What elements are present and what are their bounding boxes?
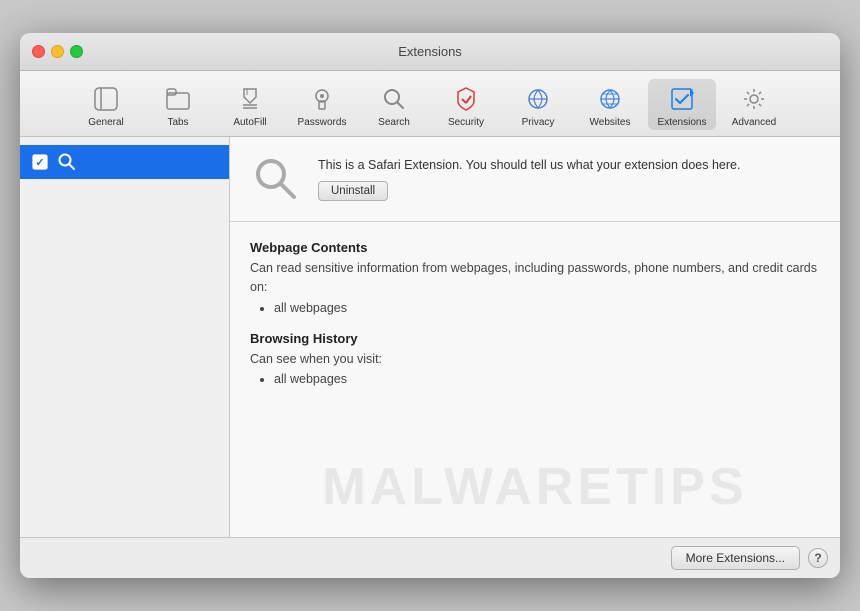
advanced-icon — [738, 83, 770, 115]
browsing-item-0: all webpages — [274, 372, 820, 386]
toolbar-items: General Tabs — [72, 79, 788, 130]
extension-description-text: This is a Safari Extension. You should t… — [318, 158, 740, 172]
more-extensions-button[interactable]: More Extensions... — [671, 546, 800, 570]
tabs-icon — [162, 83, 194, 115]
watermark: MALWARETIPS — [322, 457, 747, 517]
toolbar-item-websites[interactable]: Websites — [576, 79, 644, 130]
extension-large-icon — [250, 153, 302, 205]
section-title-browsing: Browsing History — [250, 331, 820, 346]
toolbar-item-advanced[interactable]: Advanced — [720, 79, 788, 130]
websites-label: Websites — [590, 117, 631, 128]
sidebar: ✓ — [20, 137, 230, 537]
extension-checkbox[interactable]: ✓ — [32, 154, 48, 170]
minimize-button[interactable] — [51, 45, 64, 58]
uninstall-button[interactable]: Uninstall — [318, 181, 388, 201]
toolbar-item-general[interactable]: General — [72, 79, 140, 130]
passwords-icon — [306, 83, 338, 115]
general-label: General — [88, 117, 124, 128]
toolbar-item-privacy[interactable]: Privacy — [504, 79, 572, 130]
passwords-label: Passwords — [298, 117, 347, 128]
autofill-icon — [234, 83, 266, 115]
section-body-browsing: Can see when you visit: — [250, 350, 820, 369]
extensions-label: Extensions — [658, 117, 707, 128]
toolbar-item-extensions[interactable]: Extensions — [648, 79, 716, 130]
toolbar-item-autofill[interactable]: AutoFill — [216, 79, 284, 130]
main-content: ✓ — [20, 137, 840, 537]
close-button[interactable] — [32, 45, 45, 58]
security-label: Security — [448, 117, 484, 128]
sidebar-ext-icon — [56, 151, 78, 173]
detail-body: Webpage Contents Can read sensitive info… — [230, 222, 840, 537]
help-button[interactable]: ? — [808, 548, 828, 568]
section-webpage-contents: Webpage Contents Can read sensitive info… — [250, 240, 820, 315]
traffic-lights — [32, 45, 83, 58]
security-icon — [450, 83, 482, 115]
section-title-webpage: Webpage Contents — [250, 240, 820, 255]
toolbar-item-security[interactable]: Security — [432, 79, 500, 130]
sidebar-item-search-ext[interactable]: ✓ — [20, 145, 229, 179]
titlebar: Extensions — [20, 33, 840, 71]
toolbar: General Tabs — [20, 71, 840, 137]
search-toolbar-icon — [378, 83, 410, 115]
advanced-label: Advanced — [732, 117, 776, 128]
toolbar-item-search[interactable]: Search — [360, 79, 428, 130]
toolbar-item-passwords[interactable]: Passwords — [288, 79, 356, 130]
toolbar-item-tabs[interactable]: Tabs — [144, 79, 212, 130]
webpage-item-0: all webpages — [274, 301, 820, 315]
extensions-icon — [666, 83, 698, 115]
section-body-webpage: Can read sensitive information from webp… — [250, 259, 820, 297]
extension-description: This is a Safari Extension. You should t… — [318, 157, 820, 201]
detail-panel: This is a Safari Extension. You should t… — [230, 137, 840, 537]
autofill-label: AutoFill — [233, 117, 266, 128]
webpage-items-list: all webpages — [274, 301, 820, 315]
bottom-bar: More Extensions... ? — [20, 537, 840, 578]
maximize-button[interactable] — [70, 45, 83, 58]
privacy-label: Privacy — [522, 117, 555, 128]
search-label: Search — [378, 117, 410, 128]
browsing-items-list: all webpages — [274, 372, 820, 386]
tabs-label: Tabs — [167, 117, 188, 128]
section-browsing-history: Browsing History Can see when you visit:… — [250, 331, 820, 387]
safari-extensions-window: Extensions General — [20, 33, 840, 578]
checkmark-icon: ✓ — [35, 156, 44, 169]
privacy-icon — [522, 83, 554, 115]
detail-header: This is a Safari Extension. You should t… — [230, 137, 840, 222]
websites-icon — [594, 83, 626, 115]
window-title: Extensions — [398, 44, 462, 59]
general-icon — [90, 83, 122, 115]
